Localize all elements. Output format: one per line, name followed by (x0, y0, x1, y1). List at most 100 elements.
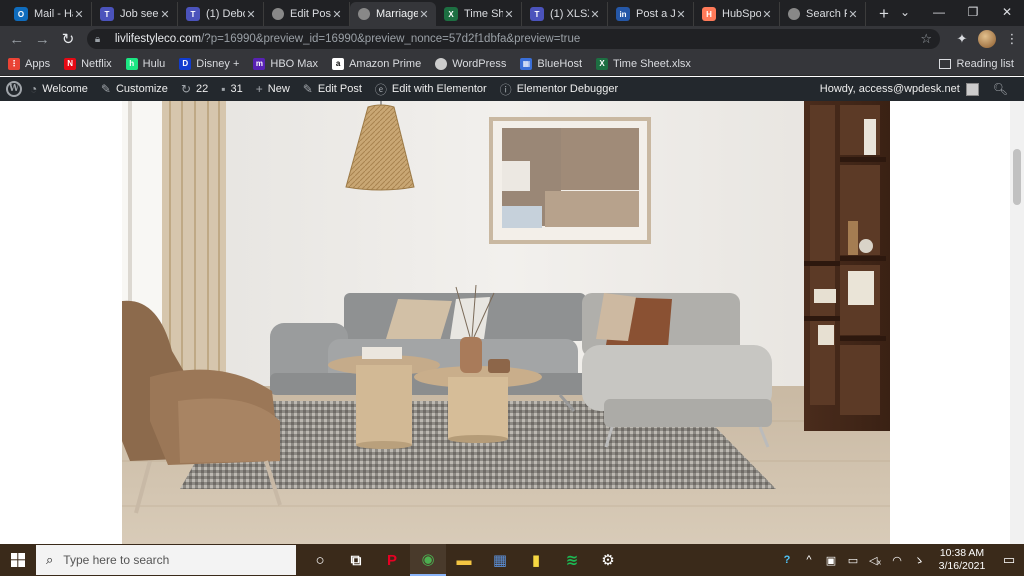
scrollbar-thumb[interactable] (1013, 149, 1021, 205)
admin-bar-item[interactable]: + New (256, 82, 290, 96)
tab-close-icon[interactable]: ✕ (331, 8, 343, 21)
clock-date: 3/16/2021 (938, 560, 986, 572)
help-icon[interactable]: ? (776, 554, 798, 566)
taskbar-app-glyph: ▦ (492, 552, 508, 569)
taskbar-app-glyph: ⚙ (601, 552, 615, 569)
pinterest-icon[interactable]: P (374, 544, 410, 576)
admin-bar-item[interactable]: ⓘ Elementor Debugger (500, 81, 619, 98)
wifi-icon[interactable]: ◠ (886, 554, 908, 567)
page-scrollbar[interactable] (1010, 101, 1024, 544)
forward-icon[interactable]: → (30, 27, 56, 51)
lock-icon[interactable]: 🔒︎ (95, 34, 109, 45)
reading-list-button[interactable]: Reading list (938, 52, 1014, 76)
bookmark-label: WordPress (452, 57, 507, 70)
browser-tab[interactable]: O Mail - Ha✕ (6, 2, 92, 26)
toolbar-right: ✦ ⋮ (950, 27, 1024, 51)
user-avatar[interactable] (965, 82, 979, 96)
tab-strip: OMail - Ha✕TJob seek✕T(1) Debo✕Edit Post… (0, 0, 1024, 26)
tab-close-icon[interactable]: ✕ (675, 8, 687, 21)
tab-close-icon[interactable]: ✕ (159, 8, 171, 21)
bookmark-star-icon[interactable]: ☆ (920, 31, 932, 47)
tab-close-icon[interactable]: ✕ (73, 8, 85, 21)
bookmark-item[interactable]: m HBO Max (253, 57, 318, 70)
tab-close-icon[interactable]: ✕ (503, 8, 515, 21)
address-bar[interactable]: 🔒︎ livlifestyleco.com /?p=16990&preview_… (86, 29, 940, 49)
bookmark-label: Hulu (142, 57, 166, 70)
bookmark-item[interactable]: D Disney + (179, 57, 239, 70)
excel-icon: X (596, 57, 609, 70)
bookmark-item[interactable]: h Hulu (125, 57, 166, 70)
dropdown-icon[interactable]: ⌄ (888, 0, 922, 24)
taskbar-app-glyph: ○ (315, 551, 325, 569)
profile-avatar[interactable] (978, 30, 996, 48)
admin-bar-label: New (267, 83, 290, 95)
browser-tab[interactable]: T (1) Debo ✕ (178, 2, 264, 26)
spotify-icon[interactable]: ≋ (554, 544, 590, 576)
back-icon[interactable]: ← (4, 27, 30, 51)
language-icon[interactable]: ゝ (908, 552, 930, 568)
admin-bar-item[interactable]: ✎ Customize (101, 82, 168, 96)
tab-close-icon[interactable]: ✕ (761, 8, 773, 21)
tab-list: OMail - Ha✕TJob seek✕T(1) Debo✕Edit Post… (0, 0, 866, 26)
sticky-notes-icon[interactable]: ▮ (518, 544, 554, 576)
admin-bar-item[interactable]: ◔ Welcome (30, 82, 88, 96)
task-view-icon[interactable]: ⧉ (338, 544, 374, 576)
browser-tab[interactable]: Search R✕ (780, 2, 866, 26)
tray-chevron-up-icon[interactable]: ^ (798, 554, 820, 566)
cortana-icon[interactable]: ○ (302, 544, 338, 576)
close-icon[interactable]: ✕ (990, 0, 1024, 24)
admin-bar-item[interactable]: ↻ 22 (181, 82, 208, 96)
bookmark-item[interactable]: X Time Sheet.xlsx (596, 57, 691, 70)
tab-close-icon[interactable]: ✕ (245, 8, 257, 21)
admin-bar-item[interactable]: ✎ Edit Post (303, 82, 362, 96)
chrome-icon[interactable]: ◉ (410, 544, 446, 576)
calculator-icon[interactable]: ▦ (482, 544, 518, 576)
amazon-icon: a (332, 57, 345, 70)
browser-tab[interactable]: T Job seek✕ (92, 2, 178, 26)
taskbar-clock[interactable]: 10:38 AM 3/16/2021 (930, 547, 994, 573)
wordpress-logo-icon[interactable]: W (6, 81, 22, 97)
browser-tab[interactable]: Edit Post ✕ (264, 2, 350, 26)
notification-center-icon[interactable]: ▭ (994, 552, 1024, 568)
tab-close-icon[interactable]: ✕ (847, 8, 859, 21)
tab-title: Post a Jo (636, 8, 675, 20)
battery-icon[interactable]: ▭ (842, 554, 864, 567)
file-explorer-icon[interactable]: ▬ (446, 544, 482, 576)
admin-bar-item[interactable]: ⓔ Edit with Elementor (375, 81, 487, 98)
settings-icon[interactable]: ⚙ (590, 544, 626, 576)
bookmark-item[interactable]: N Netflix (64, 57, 112, 70)
browser-tab[interactable]: Marriage ✕ (350, 2, 436, 26)
elementor-icon: ⓔ (374, 82, 387, 97)
bookmark-label: Amazon Prime (349, 57, 422, 70)
bookmark-item[interactable]: ⋮ Apps (8, 57, 50, 70)
bookmark-item[interactable]: a Amazon Prime (332, 57, 422, 70)
taskbar-app-glyph: ▬ (456, 551, 472, 569)
tab-close-icon[interactable]: ✕ (418, 8, 430, 21)
browser-tab[interactable]: X Time She✕ (436, 2, 522, 26)
admin-search-icon[interactable]: 🔍︎ (993, 82, 1008, 96)
browser-tab[interactable]: H HubSpot ✕ (694, 2, 780, 26)
bookmark-item[interactable]: WordPress (435, 57, 507, 70)
howdy-user[interactable]: Howdy, access@wpdesk.net (820, 83, 960, 95)
bookmark-item[interactable]: ▦ BlueHost (520, 57, 583, 70)
tab-title: HubSpot (722, 8, 761, 20)
teams-icon: T (100, 7, 114, 21)
browser-toolbar: ← → ↻ 🔒︎ livlifestyleco.com /?p=16990&pr… (0, 26, 1024, 52)
reload-icon[interactable]: ↻ (55, 27, 81, 51)
browser-tab[interactable]: in Post a Jo✕ (608, 2, 694, 26)
meet-now-icon[interactable]: ▣ (820, 554, 842, 567)
restore-icon[interactable]: ❐ (956, 0, 990, 24)
extensions-puzzle-icon[interactable]: ✦ (950, 27, 974, 51)
minimize-icon[interactable]: — (922, 0, 956, 24)
admin-bar-item[interactable]: ▪ 31 (221, 82, 243, 96)
taskbar-search-box[interactable]: ⌕ Type here to search (36, 545, 296, 575)
tab-close-icon[interactable]: ✕ (589, 8, 601, 21)
url-host: livlifestyleco.com (114, 33, 202, 45)
start-button[interactable] (0, 544, 36, 576)
hubspot-icon: H (702, 7, 716, 21)
volume-muted-icon[interactable]: ◁ₓ (864, 554, 886, 567)
bookmark-label: BlueHost (537, 57, 583, 70)
window-controls: ⌄ — ❐ ✕ (888, 0, 1024, 26)
browser-tab[interactable]: T (1) XLSX✕ (522, 2, 608, 26)
menu-kebab-icon[interactable]: ⋮ (1000, 27, 1024, 51)
